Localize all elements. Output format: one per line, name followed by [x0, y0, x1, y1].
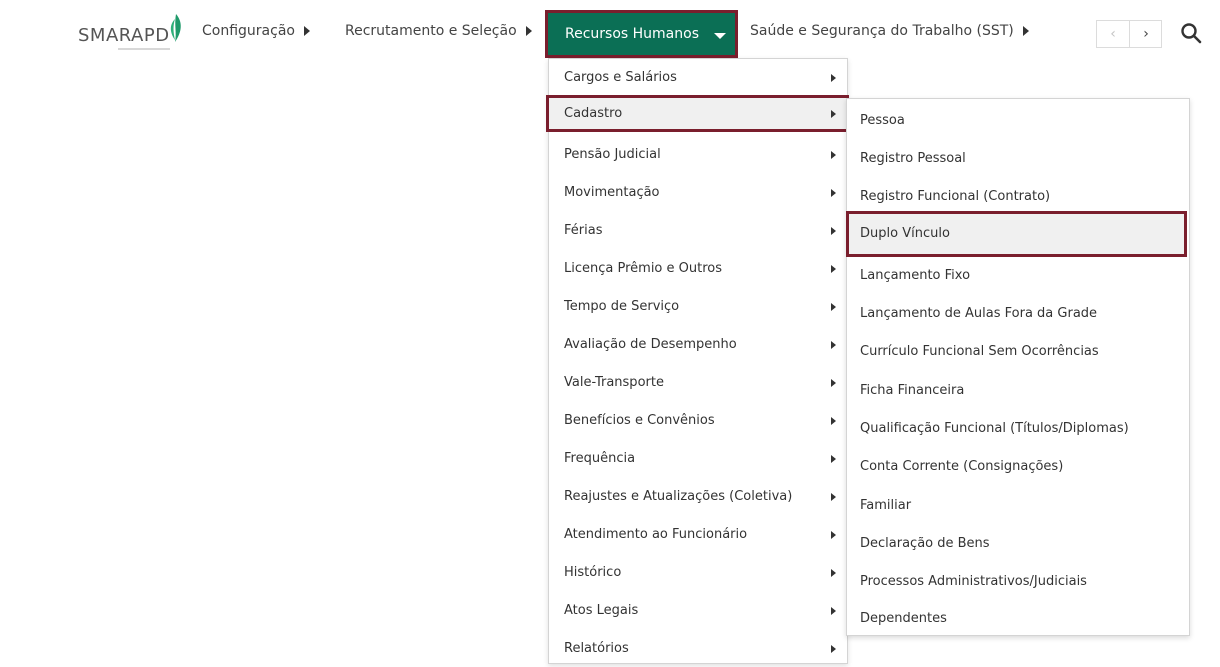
menu-item-registro-pessoal[interactable]: Registro Pessoal: [847, 139, 1189, 176]
submenu-arrow-icon: [831, 110, 836, 118]
menu-item-curriculo-funcional[interactable]: Currículo Funcional Sem Ocorrências: [847, 332, 1189, 369]
submenu-arrow-icon: [831, 227, 836, 235]
smarapd-logo[interactable]: SMARAPD: [78, 13, 188, 61]
menu-item-pessoa[interactable]: Pessoa: [847, 101, 1189, 138]
nav-item-label: Recrutamento e Seleção: [345, 23, 517, 39]
menu-item-label: Histórico: [564, 565, 622, 580]
menu-item-label: Frequência: [564, 451, 636, 466]
menu-item-ficha-financeira[interactable]: Ficha Financeira: [847, 371, 1189, 408]
logo-tagline-mark: [118, 48, 170, 50]
menu-item-label: Lançamento de Aulas Fora da Grade: [860, 306, 1098, 321]
menu-item-dependentes[interactable]: Dependentes: [847, 599, 1189, 636]
search-icon[interactable]: [1180, 22, 1202, 44]
submenu-arrow-icon: [831, 189, 836, 197]
menu-item-label: Férias: [564, 223, 603, 238]
menu-item-qualificacao-funcional[interactable]: Qualificação Funcional (Títulos/Diplomas…: [847, 409, 1189, 446]
menu-item-label: Pensão Judicial: [564, 147, 661, 162]
submenu-arrow-icon: [831, 379, 836, 387]
submenu-arrow-icon: [831, 265, 836, 273]
nav-item-label: Saúde e Segurança do Trabalho (SST): [750, 23, 1014, 39]
menu-item-label: Cargos e Salários: [564, 70, 677, 85]
menu-item-label: Reajustes e Atualizações (Coletiva): [564, 489, 793, 504]
submenu-arrow-icon: [831, 531, 836, 539]
submenu-arrow-icon: [831, 645, 836, 653]
menu-item-label: Avaliação de Desempenho: [564, 337, 737, 352]
menu-item-label: Cadastro: [564, 106, 623, 121]
cadastro-submenu: Pessoa Registro Pessoal Registro Funcion…: [846, 98, 1190, 636]
nav-item-configuracao[interactable]: Configuração: [202, 23, 310, 47]
menu-item-movimentacao[interactable]: Movimentação: [549, 174, 847, 211]
menu-item-conta-corrente[interactable]: Conta Corrente (Consignações): [847, 447, 1189, 484]
logo-text: SMARAPD: [78, 25, 170, 46]
submenu-arrow-icon: [831, 151, 836, 159]
caret-down-icon: [714, 33, 726, 39]
menu-item-cargos-e-salarios[interactable]: Cargos e Salários: [549, 59, 847, 96]
submenu-arrow-icon: [831, 341, 836, 349]
menu-item-frequencia[interactable]: Frequência: [549, 440, 847, 477]
menu-item-pensao-judicial[interactable]: Pensão Judicial: [549, 136, 847, 173]
menu-item-label: Registro Funcional (Contrato): [860, 189, 1051, 204]
submenu-arrow-icon: [831, 417, 836, 425]
menu-item-ferias[interactable]: Férias: [549, 212, 847, 249]
menu-item-label: Currículo Funcional Sem Ocorrências: [860, 344, 1099, 359]
menu-item-label: Benefícios e Convênios: [564, 413, 715, 428]
menu-item-label: Duplo Vínculo: [860, 226, 950, 241]
menu-item-cadastro[interactable]: Cadastro: [546, 95, 849, 132]
leaf-icon: [170, 14, 181, 42]
menu-item-tempo-de-servico[interactable]: Tempo de Serviço: [549, 288, 847, 325]
menu-item-relatorios[interactable]: Relatórios: [549, 630, 847, 667]
menu-item-label: Lançamento Fixo: [860, 268, 971, 283]
menu-item-label: Pessoa: [860, 113, 905, 128]
menu-item-avaliacao-de-desempenho[interactable]: Avaliação de Desempenho: [549, 326, 847, 363]
menu-item-processos-administrativos[interactable]: Processos Administrativos/Judiciais: [847, 562, 1189, 599]
menu-item-atendimento-ao-funcionario[interactable]: Atendimento ao Funcionário: [549, 516, 847, 553]
caret-right-icon: [525, 26, 532, 36]
submenu-arrow-icon: [831, 74, 836, 82]
menu-item-duplo-vinculo[interactable]: Duplo Vínculo: [846, 211, 1187, 257]
menu-item-label: Licença Prêmio e Outros: [564, 261, 722, 276]
menu-item-label: Registro Pessoal: [860, 151, 966, 166]
menu-item-registro-funcional[interactable]: Registro Funcional (Contrato): [847, 177, 1189, 214]
nav-item-label: Recursos Humanos: [565, 26, 699, 42]
menu-item-declaracao-de-bens[interactable]: Declaração de Bens: [847, 524, 1189, 561]
menu-item-label: Movimentação: [564, 185, 660, 200]
menu-item-label: Vale-Transporte: [564, 375, 664, 390]
recursos-humanos-menu: Cargos e Salários Cadastro Pensão Judici…: [546, 58, 849, 667]
chevron-right-icon[interactable]: ›: [1130, 21, 1162, 47]
menu-item-atos-legais[interactable]: Atos Legais: [549, 592, 847, 629]
menu-item-historico[interactable]: Histórico: [549, 554, 847, 591]
menu-item-lancamento-aulas[interactable]: Lançamento de Aulas Fora da Grade: [847, 294, 1189, 331]
menu-item-label: Qualificação Funcional (Títulos/Diplomas…: [860, 421, 1129, 436]
menu-item-label: Dependentes: [860, 611, 947, 626]
menu-item-label: Relatórios: [564, 641, 629, 656]
caret-right-icon: [303, 26, 310, 36]
menu-item-label: Conta Corrente (Consignações): [860, 459, 1064, 474]
nav-pager: ‹ ›: [1096, 20, 1162, 48]
menu-item-label: Tempo de Serviço: [564, 299, 680, 314]
menu-item-familiar[interactable]: Familiar: [847, 486, 1189, 523]
submenu-arrow-icon: [831, 569, 836, 577]
menu-item-beneficios-e-convenios[interactable]: Benefícios e Convênios: [549, 402, 847, 439]
submenu-arrow-icon: [831, 303, 836, 311]
menu-item-label: Declaração de Bens: [860, 536, 990, 551]
menu-item-label: Familiar: [860, 498, 912, 513]
menu-item-label: Atendimento ao Funcionário: [564, 527, 748, 542]
submenu-arrow-icon: [831, 607, 836, 615]
nav-item-sst[interactable]: Saúde e Segurança do Trabalho (SST): [750, 23, 1029, 47]
menu-item-licenca-premio[interactable]: Licença Prêmio e Outros: [549, 250, 847, 287]
menu-item-label: Ficha Financeira: [860, 383, 965, 398]
chevron-left-icon[interactable]: ‹: [1097, 21, 1130, 47]
nav-item-label: Configuração: [202, 23, 295, 39]
menu-item-label: Processos Administrativos/Judiciais: [860, 574, 1087, 589]
menu-item-vale-transporte[interactable]: Vale-Transporte: [549, 364, 847, 401]
caret-right-icon: [1022, 26, 1029, 36]
submenu-arrow-icon: [831, 455, 836, 463]
nav-item-recursos-humanos[interactable]: Recursos Humanos: [545, 10, 738, 58]
menu-item-label: Atos Legais: [564, 603, 639, 618]
nav-item-recrutamento[interactable]: Recrutamento e Seleção: [345, 23, 532, 47]
menu-item-lancamento-fixo[interactable]: Lançamento Fixo: [847, 256, 1189, 293]
menu-item-reajustes[interactable]: Reajustes e Atualizações (Coletiva): [549, 478, 847, 515]
submenu-arrow-icon: [831, 493, 836, 501]
